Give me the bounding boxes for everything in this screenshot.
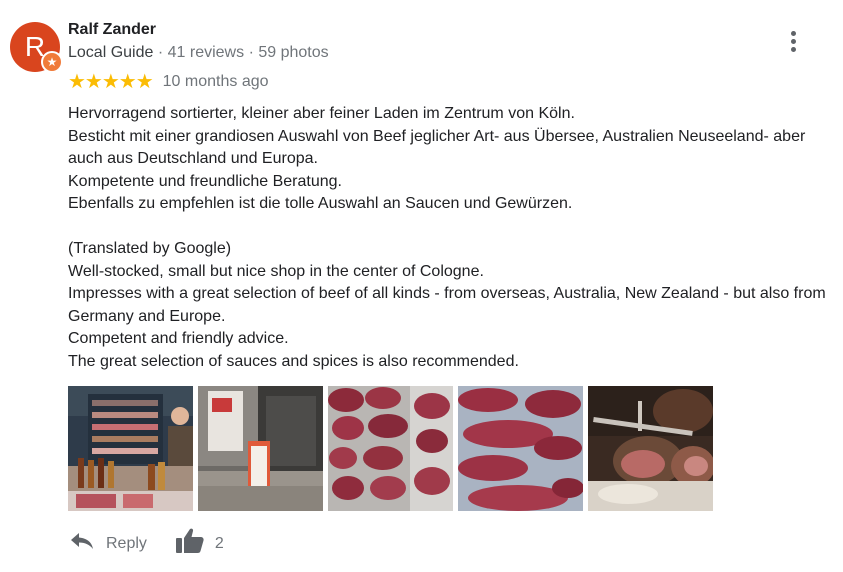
- like-count: 2: [214, 534, 224, 552]
- meat-cuts-photo[interactable]: [458, 386, 583, 511]
- shop-interior-photo[interactable]: [68, 386, 193, 511]
- reviewer-meta: Local Guide · 41 reviews · 59 photos: [68, 44, 329, 62]
- rating-row: ★★★★★ 10 months ago: [68, 71, 269, 93]
- meta-separator: ·: [248, 44, 254, 61]
- shop-entrance-photo[interactable]: [198, 386, 323, 511]
- review-time: 10 months ago: [162, 73, 269, 90]
- reply-icon: [68, 529, 96, 558]
- reply-button[interactable]: Reply: [68, 529, 147, 558]
- avatar[interactable]: R ★: [10, 22, 63, 73]
- star-rating: ★★★★★: [68, 71, 154, 93]
- thumbs-up-icon: [175, 527, 205, 560]
- photo-count: 59 photos: [258, 44, 329, 61]
- like-button[interactable]: 2: [175, 527, 224, 560]
- reviewer-name[interactable]: Ralf Zander: [68, 21, 156, 39]
- review-text: Hervorragend sortierter, kleiner aber fe…: [68, 105, 826, 370]
- reply-label: Reply: [106, 534, 147, 552]
- more-vert-icon[interactable]: [780, 28, 806, 54]
- photo-strip: [68, 386, 713, 511]
- review-count: 41 reviews: [167, 44, 245, 61]
- local-guide-label: Local Guide: [68, 44, 154, 61]
- local-guide-badge-icon: ★: [41, 51, 63, 73]
- meta-separator: ·: [157, 44, 164, 61]
- meat-display-photo[interactable]: [328, 386, 453, 511]
- review-actions: Reply 2: [68, 527, 224, 560]
- review-card: R ★ Ralf Zander Local Guide · 41 reviews…: [0, 0, 843, 572]
- sliced-steak-photo[interactable]: [588, 386, 713, 511]
